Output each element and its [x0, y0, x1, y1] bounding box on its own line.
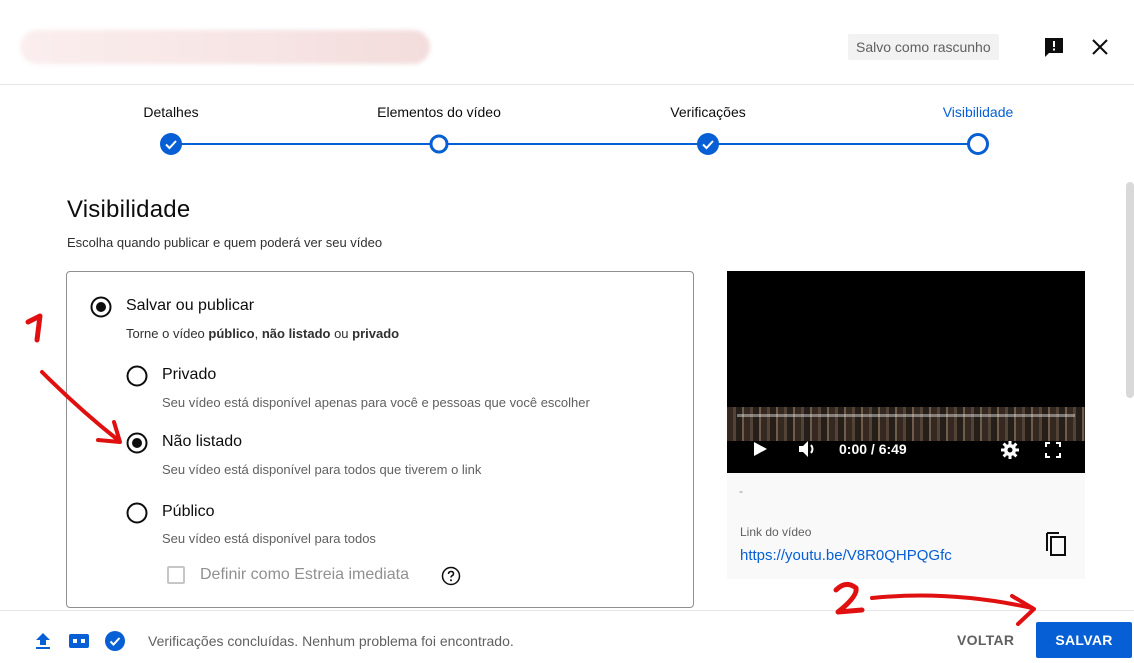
step-label-visibility[interactable]: Visibilidade	[943, 104, 1014, 120]
radio-private[interactable]	[126, 365, 148, 387]
check-circle-icon[interactable]	[159, 132, 183, 156]
play-icon[interactable]	[751, 440, 769, 458]
option-private-desc: Seu vídeo está disponível apenas para vo…	[162, 395, 590, 410]
video-title-placeholder: -	[739, 484, 743, 498]
check-circle-icon[interactable]	[696, 132, 720, 156]
back-button[interactable]: VOLTAR	[945, 622, 1026, 658]
radio-save-or-publish[interactable]	[90, 296, 112, 318]
annotation-marker-1	[25, 313, 43, 343]
option-unlisted-desc: Seu vídeo está disponível para todos que…	[162, 462, 482, 477]
premiere-checkbox-label[interactable]: Definir como Estreia imediata	[200, 566, 409, 584]
redacted-title	[20, 30, 430, 64]
upload-stepper: Detalhes Elementos do vídeo Verificações…	[0, 84, 1134, 174]
premiere-checkbox[interactable]	[167, 566, 185, 584]
video-frame	[727, 407, 1085, 441]
video-link-label: Link do vídeo	[740, 525, 812, 539]
radio-public[interactable]	[126, 502, 148, 524]
settings-gear-icon[interactable]	[1000, 440, 1020, 460]
video-link[interactable]: https://youtu.be/V8R0QHPQGfc	[740, 547, 952, 564]
video-time: 0:00 / 6:49	[839, 441, 907, 457]
save-or-publish-desc: Torne o vídeo público, não listado ou pr…	[126, 326, 400, 341]
option-public-desc: Seu vídeo está disponível para todos	[162, 531, 376, 546]
option-public-label: Público	[162, 503, 215, 520]
video-preview-panel: 0:00 / 6:49 - Link do vídeo https://yout…	[727, 271, 1085, 579]
close-icon[interactable]	[1089, 36, 1111, 58]
dialog-header: Salvo como rascunho	[0, 0, 1134, 85]
feedback-icon[interactable]	[1043, 36, 1065, 58]
visibility-options-card	[66, 271, 694, 608]
save-or-publish-label: Salvar ou publicar	[126, 297, 255, 314]
check-circle-icon[interactable]	[104, 630, 126, 652]
option-private-label: Privado	[162, 366, 217, 383]
video-progress-bar[interactable]	[737, 414, 1075, 417]
annotation-marker-2	[833, 582, 865, 615]
option-unlisted-label: Não listado	[162, 433, 243, 450]
help-icon[interactable]	[441, 566, 461, 586]
radio-unlisted[interactable]	[126, 432, 148, 454]
upload-icon[interactable]	[32, 630, 54, 652]
copy-icon[interactable]	[1045, 529, 1069, 557]
step-label-checks[interactable]: Verificações	[670, 104, 745, 120]
volume-icon[interactable]	[797, 439, 819, 459]
step-label-details[interactable]: Detalhes	[143, 104, 198, 120]
step-ring-active-icon[interactable]	[966, 132, 990, 156]
video-player[interactable]: 0:00 / 6:49	[727, 271, 1085, 473]
checks-status-text: Verificações concluídas. Nenhum problema…	[148, 633, 514, 649]
page-subtitle: Escolha quando publicar e quem poderá ve…	[67, 235, 383, 250]
step-label-video-elements[interactable]: Elementos do vídeo	[377, 104, 501, 120]
draft-status-badge: Salvo como rascunho	[848, 34, 999, 60]
stepper-progress-line	[171, 143, 978, 145]
dialog-footer: Verificações concluídas. Nenhum problema…	[0, 610, 1134, 663]
step-ring-icon[interactable]	[427, 132, 451, 156]
fullscreen-icon[interactable]	[1044, 441, 1062, 459]
page-title: Visibilidade	[67, 196, 191, 223]
save-button[interactable]: SALVAR	[1036, 622, 1132, 658]
hd-quality-icon[interactable]	[68, 630, 90, 652]
scrollbar[interactable]	[1126, 182, 1134, 398]
